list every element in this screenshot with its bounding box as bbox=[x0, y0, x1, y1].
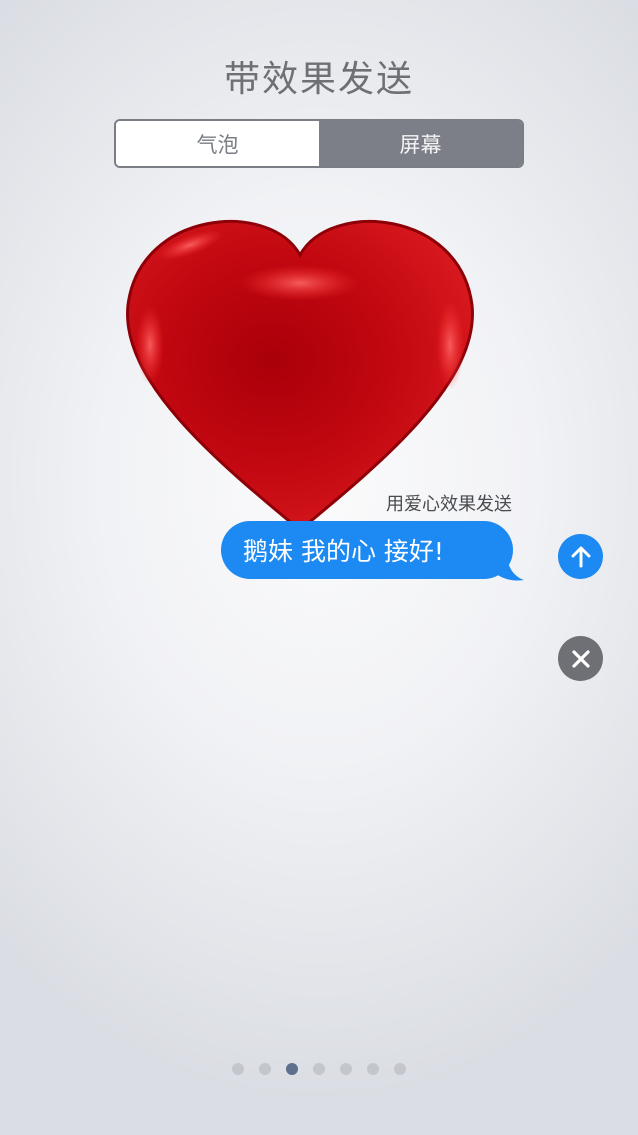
heart-effect-image bbox=[126, 220, 474, 532]
page-dot[interactable] bbox=[259, 1063, 271, 1075]
page-dot[interactable] bbox=[340, 1063, 352, 1075]
arrow-up-icon bbox=[571, 546, 590, 567]
send-button[interactable] bbox=[558, 534, 603, 579]
page-title: 带效果发送 bbox=[223, 59, 414, 100]
tab-screen[interactable]: 屏幕 bbox=[319, 121, 522, 166]
close-button[interactable] bbox=[558, 636, 603, 681]
effect-type-segmented-control: 气泡 屏幕 bbox=[114, 119, 524, 168]
page-dot[interactable] bbox=[286, 1063, 298, 1075]
close-icon bbox=[571, 649, 590, 668]
tab-bubble[interactable]: 气泡 bbox=[116, 121, 319, 166]
page-dot[interactable] bbox=[394, 1063, 406, 1075]
page-dot[interactable] bbox=[313, 1063, 325, 1075]
page-dot[interactable] bbox=[232, 1063, 244, 1075]
page-indicator bbox=[0, 1063, 638, 1075]
page-dot[interactable] bbox=[367, 1063, 379, 1075]
message-bubble: 鹅妹 我的心 接好! bbox=[221, 521, 513, 579]
effect-name-label: 用爱心效果发送 bbox=[386, 494, 512, 515]
message-text: 鹅妹 我的心 接好! bbox=[243, 537, 444, 566]
